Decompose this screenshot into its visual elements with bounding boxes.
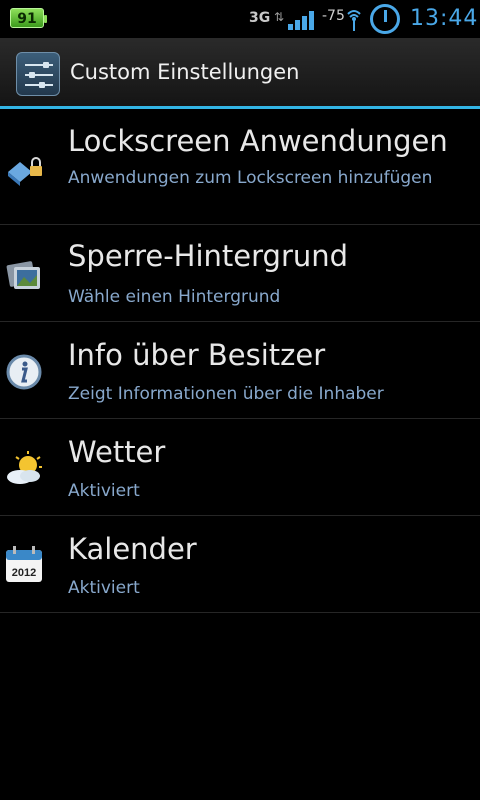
calendar-icon: 2012 xyxy=(6,546,42,582)
signal-icon xyxy=(288,10,316,30)
title-divider xyxy=(0,106,480,109)
wallpaper-icon xyxy=(6,261,40,289)
info-icon xyxy=(6,354,42,390)
data-arrows-icon: ⇅ xyxy=(274,10,285,24)
setting-title: Wetter xyxy=(68,435,166,469)
settings-sliders-icon[interactable] xyxy=(16,52,60,96)
calendar-icon-year: 2012 xyxy=(12,567,36,579)
setting-subtitle: Aktiviert xyxy=(68,481,140,501)
weather-icon xyxy=(7,451,42,484)
setting-subtitle: Anwendungen zum Lockscreen hinzufügen xyxy=(68,168,433,188)
battery-icon: 91 xyxy=(10,8,47,28)
setting-title: Info über Besitzer xyxy=(68,338,326,372)
setting-lockscreen-apps[interactable]: Lockscreen Anwendungen Anwendungen zum L… xyxy=(0,110,480,225)
clock-widget-icon xyxy=(370,4,400,34)
setting-weather[interactable]: Wetter Aktiviert xyxy=(0,419,480,516)
setting-title: Sperre-Hintergrund xyxy=(68,239,349,273)
status-bar: 91 3G ⇅ -75 13:44 xyxy=(0,0,480,38)
setting-owner-info[interactable]: Info über Besitzer Zeigt Informationen ü… xyxy=(0,322,480,419)
setting-subtitle: Zeigt Informationen über die Inhaber xyxy=(68,384,384,404)
settings-list: Lockscreen Anwendungen Anwendungen zum L… xyxy=(0,110,480,613)
setting-subtitle: Aktiviert xyxy=(68,578,140,598)
setting-lock-wallpaper[interactable]: Sperre-Hintergrund Wähle einen Hintergru… xyxy=(0,225,480,322)
status-time: 13:44 xyxy=(410,6,479,31)
setting-title: Lockscreen Anwendungen xyxy=(68,124,448,158)
setting-calendar[interactable]: 2012 Kalender Aktiviert xyxy=(0,516,480,613)
setting-title: Kalender xyxy=(68,532,197,566)
lockscreen-apps-icon xyxy=(8,157,42,186)
setting-subtitle: Wähle einen Hintergrund xyxy=(68,287,281,307)
network-type: 3G xyxy=(249,10,271,26)
title-bar: Custom Einstellungen xyxy=(0,38,480,108)
wifi-icon xyxy=(347,10,361,31)
battery-level: 91 xyxy=(17,11,37,27)
page-title: Custom Einstellungen xyxy=(70,60,300,84)
signal-dbm: -75 xyxy=(322,8,345,24)
